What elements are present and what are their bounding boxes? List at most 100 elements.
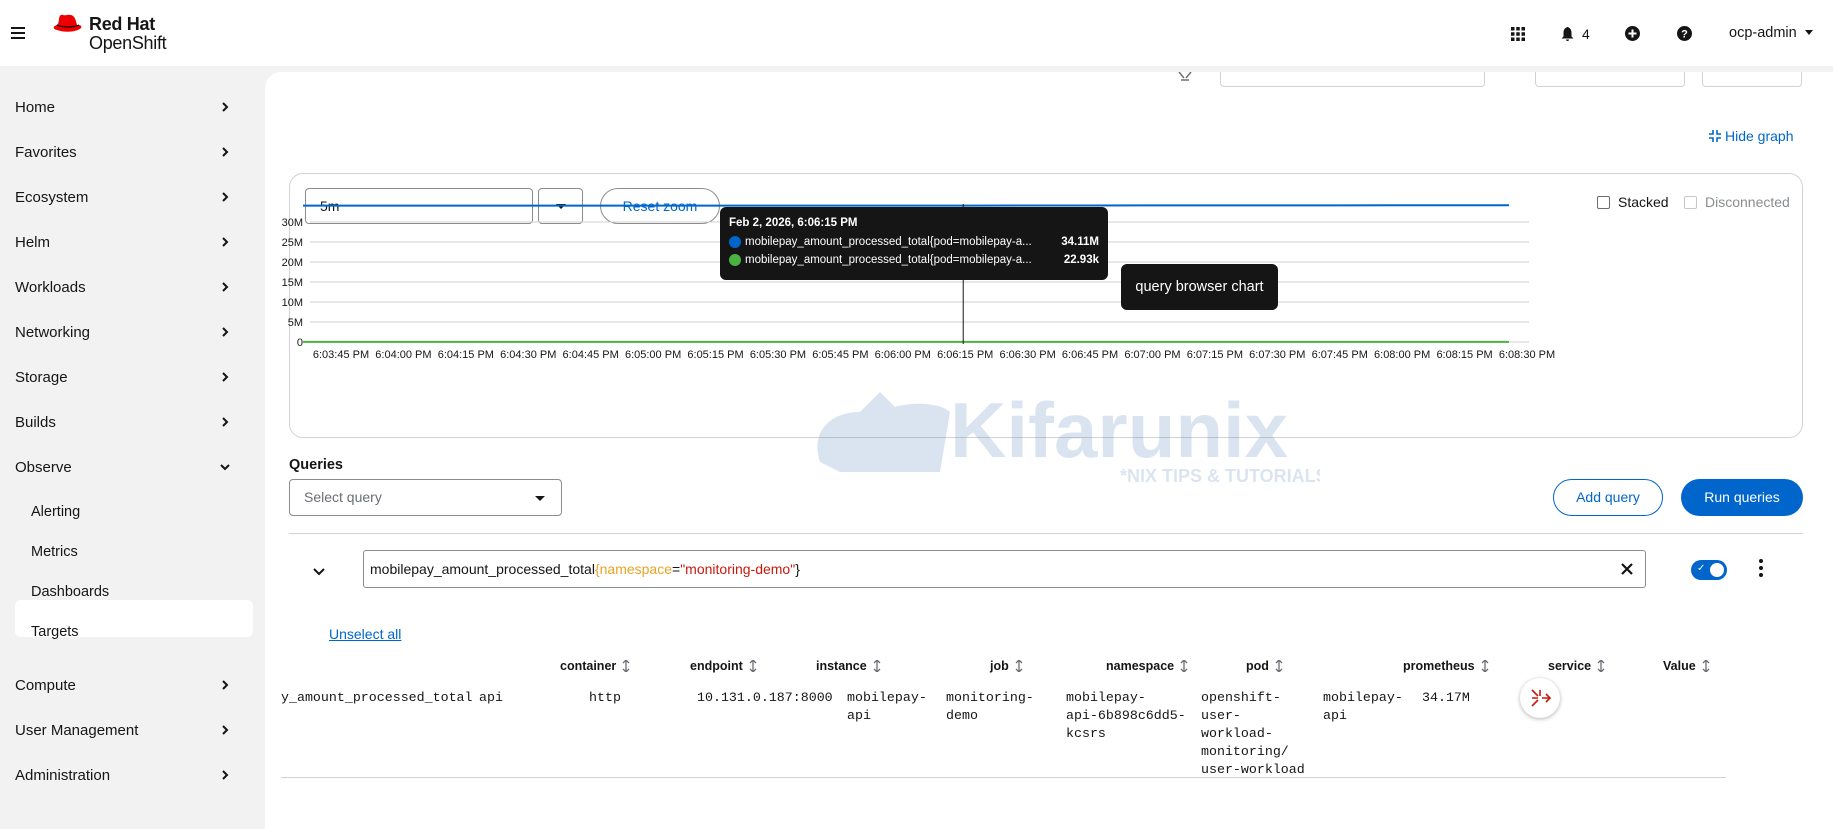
- x-tick-label: 6:06:00 PM: [875, 349, 931, 361]
- y-tick-label: 25M: [282, 237, 303, 249]
- y-tick-labels: 30M 25M 20M 15M 10M 5M 0: [282, 217, 303, 349]
- chevron-right-icon: [222, 725, 229, 735]
- sort-icon: [873, 660, 881, 672]
- query-enabled-toggle[interactable]: ✓: [1691, 560, 1727, 580]
- query-label-value: "monitoring-demo": [680, 561, 796, 577]
- sort-icon: [749, 660, 757, 672]
- nav-label: User Management: [15, 721, 139, 739]
- x-tick-label: 6:07:00 PM: [1124, 349, 1180, 361]
- nav-item-home[interactable]: Home: [15, 89, 249, 125]
- assistant-icon: [1531, 689, 1552, 707]
- nav-item-compute[interactable]: Compute: [15, 667, 249, 703]
- cell-service: mobilepay- api: [1323, 690, 1403, 723]
- chart-tooltip: Feb 2, 2026, 6:06:15 PM mobilepay_amount…: [720, 207, 1108, 280]
- col-label: service: [1548, 659, 1592, 673]
- nav-sub-targets[interactable]: Targets: [31, 624, 79, 640]
- nav-item-workloads[interactable]: Workloads: [15, 269, 249, 305]
- x-tick-label: 6:07:15 PM: [1187, 349, 1243, 361]
- chevron-right-icon: [222, 147, 229, 157]
- col-header-container[interactable]: container: [560, 659, 630, 673]
- cell-job: mobilepay- api: [847, 690, 927, 723]
- query-eq: =: [672, 561, 681, 577]
- col-label: container: [560, 659, 617, 673]
- tooltip-series-name: mobilepay_amount_processed_total{pod=mob…: [745, 254, 1032, 266]
- cell-pod: mobilepay- api-6b898c6dd5- kcsrs: [1066, 690, 1186, 741]
- x-tick-labels: 6:03:45 PM 6:04:00 PM 6:04:15 PM 6:04:30 PM…: [313, 349, 1555, 361]
- chevron-right-icon: [222, 327, 229, 337]
- x-tick-label: 6:04:15 PM: [438, 349, 494, 361]
- chevron-right-icon: [222, 417, 229, 427]
- series-color-dot: [729, 236, 741, 248]
- nav-item-administration[interactable]: Administration: [15, 757, 249, 793]
- nav-sub-alerting[interactable]: Alerting: [31, 504, 80, 520]
- unselect-all-link[interactable]: Unselect all: [329, 626, 401, 642]
- select-query-dropdown[interactable]: Select query: [289, 479, 562, 516]
- run-queries-button[interactable]: Run queries: [1681, 479, 1803, 516]
- caret-down-icon: [1804, 30, 1813, 35]
- nav-item-observe[interactable]: Observe: [15, 449, 249, 485]
- y-tick-label: 10M: [282, 297, 303, 309]
- hamburger-menu-icon[interactable]: [11, 27, 25, 39]
- user-menu[interactable]: ocp-admin: [1729, 25, 1813, 41]
- col-header-job[interactable]: job: [990, 659, 1023, 673]
- redhat-fedora-icon: [53, 14, 82, 32]
- chevron-right-icon: [222, 770, 229, 780]
- col-label: job: [990, 659, 1009, 673]
- plus-circle-icon[interactable]: [1625, 26, 1640, 41]
- nav-item-storage[interactable]: Storage: [15, 359, 249, 395]
- masthead: Red Hat OpenShift 4 ? ocp-admin: [0, 0, 1833, 66]
- nav-item-builds[interactable]: Builds: [15, 404, 249, 440]
- nav-sub-dashboards[interactable]: Dashboards: [31, 584, 109, 600]
- nav-item-user-management[interactable]: User Management: [15, 712, 249, 748]
- nav-item-networking[interactable]: Networking: [15, 314, 249, 350]
- notifications-button[interactable]: 4: [1561, 26, 1590, 42]
- cell-prometheus: openshift- user- workload- monitoring/ u…: [1201, 690, 1305, 777]
- col-header-service[interactable]: service: [1548, 659, 1605, 673]
- table-divider: [281, 777, 1726, 778]
- col-header-namespace[interactable]: namespace: [1106, 659, 1188, 673]
- clear-query-icon[interactable]: [1619, 561, 1635, 577]
- help-icon[interactable]: ?: [1677, 26, 1692, 41]
- col-header-value[interactable]: Value: [1663, 659, 1710, 673]
- col-label: endpoint: [690, 659, 743, 673]
- collapse-query-chevron-icon[interactable]: [313, 568, 325, 576]
- query-brace-close: }: [795, 561, 800, 577]
- sort-icon: [1702, 660, 1710, 672]
- query-expression-input[interactable]: mobilepay_amount_processed_total{namespa…: [363, 550, 1646, 588]
- col-header-instance[interactable]: instance: [816, 659, 881, 673]
- chevron-right-icon: [222, 680, 229, 690]
- x-tick-label: 6:08:30 PM: [1499, 349, 1555, 361]
- cell-value: 34.17M: [1422, 690, 1470, 705]
- nav-label: Administration: [15, 766, 111, 784]
- x-tick-label: 6:06:45 PM: [1062, 349, 1118, 361]
- chevron-right-icon: [222, 237, 229, 247]
- add-query-button[interactable]: Add query: [1553, 479, 1663, 516]
- tooltip-series-value: 34.11M: [1061, 236, 1099, 248]
- user-name: ocp-admin: [1729, 25, 1797, 41]
- col-header-pod[interactable]: pod: [1246, 659, 1283, 673]
- col-label: namespace: [1106, 659, 1175, 673]
- nav-sub-metrics[interactable]: Metrics: [31, 544, 78, 560]
- x-tick-label: 6:08:00 PM: [1374, 349, 1430, 361]
- x-tick-label: 6:06:30 PM: [999, 349, 1055, 361]
- x-tick-label: 6:06:15 PM: [937, 349, 993, 361]
- chart-aria-label-tooltip: query browser chart: [1121, 264, 1278, 310]
- x-tick-label: 6:03:45 PM: [313, 349, 369, 361]
- nav-label: Builds: [15, 413, 56, 431]
- select-query-placeholder: Select query: [304, 489, 382, 505]
- nav-item-helm[interactable]: Helm: [15, 224, 249, 260]
- assistant-fab-button[interactable]: [1520, 678, 1560, 718]
- nav-item-ecosystem[interactable]: Ecosystem: [15, 179, 249, 215]
- check-icon: ✓: [1697, 563, 1706, 574]
- apps-grid-icon[interactable]: [1511, 27, 1525, 41]
- x-tick-label: 6:07:30 PM: [1249, 349, 1305, 361]
- nav-label: Networking: [15, 323, 91, 341]
- cell-namespace: monitoring- demo: [946, 690, 1034, 723]
- col-label: pod: [1246, 659, 1269, 673]
- query-kebab-menu-icon[interactable]: [1757, 559, 1765, 579]
- col-header-endpoint[interactable]: endpoint: [690, 659, 757, 673]
- tooltip-row: mobilepay_amount_processed_total{pod=mob…: [729, 254, 1099, 266]
- sort-icon: [1180, 660, 1188, 672]
- col-header-prometheus[interactable]: prometheus: [1403, 659, 1489, 673]
- nav-item-favorites[interactable]: Favorites: [15, 134, 249, 170]
